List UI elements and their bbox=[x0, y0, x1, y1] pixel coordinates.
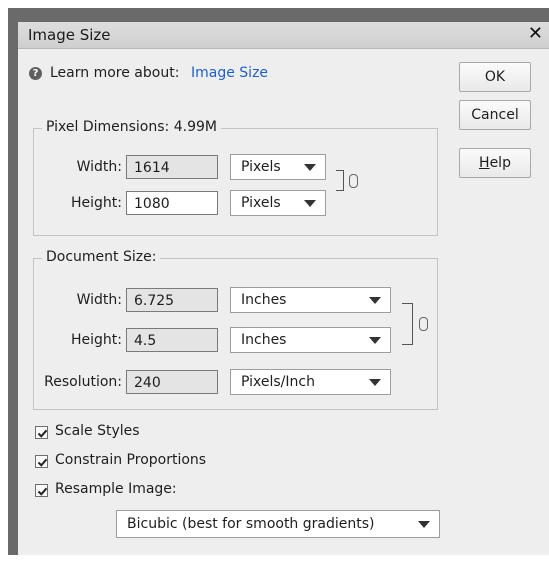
pixel-width-field[interactable]: 1614 bbox=[126, 155, 218, 179]
doc-height-unit-select[interactable]: Inches bbox=[230, 327, 391, 353]
help-button-rest: elp bbox=[489, 155, 511, 171]
help-mnemonic: H bbox=[479, 155, 490, 171]
help-circle-icon: ? bbox=[29, 67, 42, 80]
dialog-title: Image Size bbox=[28, 26, 111, 44]
resample-image-checkbox[interactable] bbox=[35, 484, 48, 497]
doc-height-unit-value: Inches bbox=[241, 332, 287, 348]
chevron-down-icon bbox=[304, 200, 316, 207]
resample-method-value: Bicubic (best for smooth gradients) bbox=[127, 516, 375, 532]
chain-link-icon bbox=[349, 174, 358, 188]
chain-link-icon bbox=[419, 317, 428, 331]
document-size-legend: Document Size: bbox=[42, 249, 161, 265]
resolution-field[interactable]: 240 bbox=[126, 370, 218, 394]
resample-image-label[interactable]: Resample Image: bbox=[55, 481, 177, 497]
cancel-button[interactable]: Cancel bbox=[459, 100, 531, 130]
document-link-bracket bbox=[402, 303, 413, 345]
pixel-dimensions-label: Pixel Dimensions: bbox=[46, 119, 170, 135]
scale-styles-checkbox[interactable] bbox=[35, 426, 48, 439]
chevron-down-icon bbox=[369, 337, 381, 344]
pixel-dimensions-size: 4.99M bbox=[173, 119, 217, 135]
doc-width-label: Width: bbox=[76, 292, 122, 308]
chevron-down-icon bbox=[304, 164, 316, 171]
chevron-down-icon bbox=[418, 521, 430, 528]
pixel-width-unit-select[interactable]: Pixels bbox=[230, 154, 326, 180]
pixel-height-unit-value: Pixels bbox=[241, 195, 281, 211]
title-bar[interactable]: Image Size ✕ bbox=[18, 22, 549, 49]
doc-width-unit-value: Inches bbox=[241, 292, 287, 308]
checkmark-icon bbox=[37, 487, 48, 496]
learn-more-label: Learn more about: bbox=[50, 65, 180, 81]
doc-height-label: Height: bbox=[71, 332, 122, 348]
image-size-dialog: Image Size ✕ ? Learn more about: Image S… bbox=[18, 22, 549, 555]
chevron-down-icon bbox=[369, 297, 381, 304]
pixel-dimensions-legend: Pixel Dimensions: 4.99M bbox=[42, 119, 221, 135]
scale-styles-label[interactable]: Scale Styles bbox=[55, 423, 140, 439]
constrain-proportions-checkbox[interactable] bbox=[35, 455, 48, 468]
checkmark-icon bbox=[37, 429, 48, 438]
image-size-help-link[interactable]: Image Size bbox=[191, 65, 268, 81]
doc-width-field[interactable]: 6.725 bbox=[126, 288, 218, 312]
resolution-unit-select[interactable]: Pixels/Inch bbox=[230, 369, 391, 395]
chevron-down-icon bbox=[369, 379, 381, 386]
pixel-height-label: Height: bbox=[71, 195, 122, 211]
doc-width-unit-select[interactable]: Inches bbox=[230, 287, 391, 313]
pixel-height-field[interactable]: 1080 bbox=[126, 191, 218, 215]
pixel-link-bracket bbox=[336, 170, 344, 191]
pixel-dimensions-group bbox=[33, 128, 438, 236]
pixel-width-label: Width: bbox=[76, 159, 122, 175]
pixel-height-unit-select[interactable]: Pixels bbox=[230, 190, 326, 216]
constrain-proportions-label[interactable]: Constrain Proportions bbox=[55, 452, 206, 468]
pixel-width-unit-value: Pixels bbox=[241, 159, 281, 175]
resolution-unit-value: Pixels/Inch bbox=[241, 374, 315, 390]
resolution-label: Resolution: bbox=[44, 374, 122, 390]
checkmark-icon bbox=[37, 458, 48, 467]
resample-method-select[interactable]: Bicubic (best for smooth gradients) bbox=[116, 510, 440, 538]
doc-height-field[interactable]: 4.5 bbox=[126, 328, 218, 352]
close-icon[interactable]: ✕ bbox=[528, 23, 543, 44]
ok-button[interactable]: OK bbox=[459, 62, 531, 92]
help-button[interactable]: Help bbox=[459, 148, 531, 178]
